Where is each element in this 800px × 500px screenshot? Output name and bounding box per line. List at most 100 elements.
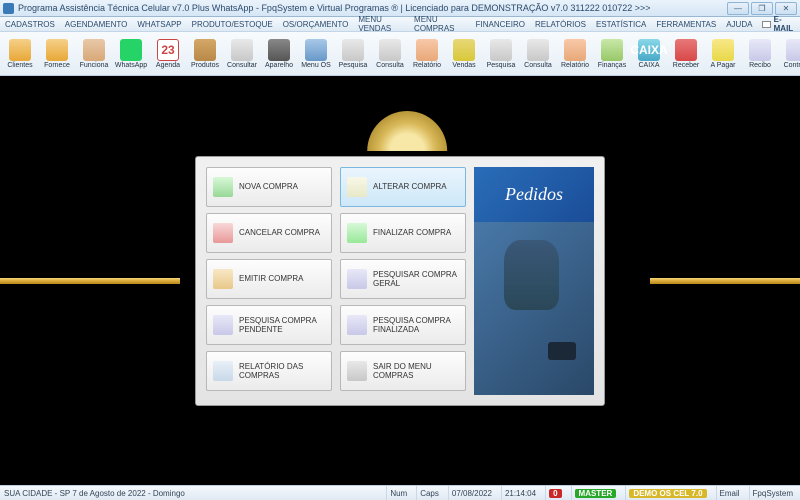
dialog-side-panel: Pedidos [474,167,594,395]
menu-os/orçamento[interactable]: OS/ORÇAMENTO [283,20,349,29]
di-new-icon [213,177,233,197]
toolbar-label: Consulta [524,62,552,69]
toolbar-label: Vendas [452,62,475,69]
dialog-btn-label: SAIR DO MENU COMPRAS [373,362,459,380]
dialog-btn-relatório-das-compras[interactable]: RELATÓRIO DAS COMPRAS [206,351,332,391]
dialog-btn-label: NOVA COMPRA [239,182,298,191]
toolbar-produtos[interactable]: Produtos [187,33,223,75]
dialog-btn-alterar-compra[interactable]: ALTERAR COMPRA [340,167,466,207]
dialog-btn-sair-do-menu-compras[interactable]: SAIR DO MENU COMPRAS [340,351,466,391]
ic-fin-icon [601,39,623,61]
toolbar-caixa[interactable]: CAIXACAIXA [631,33,667,75]
toolbar-aparelho[interactable]: Aparelho [261,33,297,75]
toolbar-agenda[interactable]: 23Agenda [150,33,186,75]
compras-dialog: NOVA COMPRA CANCELAR COMPRA EMITIR COMPRA P… [195,156,605,406]
toolbar-fornece[interactable]: Fornece [39,33,75,75]
toolbar-consulta[interactable]: Consulta [372,33,408,75]
window-title: Programa Assistência Técnica Celular v7.… [18,3,727,13]
dialog-btn-finalizar-compra[interactable]: FINALIZAR COMPRA [340,213,466,253]
toolbar-relatório[interactable]: Relatório [557,33,593,75]
toolbar-recibo[interactable]: Recibo [742,33,778,75]
maximize-button[interactable]: ❐ [751,2,773,15]
close-button[interactable]: ✕ [775,2,797,15]
status-zero-badge: 0 [549,489,561,498]
dialog-btn-pesquisa-compra-finalizada[interactable]: PESQUISA COMPRA FINALIZADA [340,305,466,345]
ic-mag-icon [527,39,549,61]
dialog-btn-label: EMITIR COMPRA [239,274,303,283]
toolbar-menu os[interactable]: Menu OS [298,33,334,75]
toolbar-pesquisa[interactable]: Pesquisa [483,33,519,75]
di-edit-icon [347,177,367,197]
toolbar-relatório[interactable]: Relatório [409,33,445,75]
toolbar-funciona[interactable]: Funciona [76,33,112,75]
toolbar-a pagar[interactable]: A Pagar [705,33,741,75]
status-num: Num [386,486,410,500]
side-panel-image [474,222,594,395]
toolbar-vendas[interactable]: Vendas [446,33,482,75]
side-panel-title: Pedidos [474,167,594,222]
toolbar-label: CAIXA [638,62,659,69]
dialog-btn-emitir-compra[interactable]: EMITIR COMPRA [206,259,332,299]
menu-financeiro[interactable]: FINANCEIRO [476,20,525,29]
menu-agendamento[interactable]: AGENDAMENTO [65,20,128,29]
menu-relatórios[interactable]: RELATÓRIOS [535,20,586,29]
toolbar-clientes[interactable]: Clientes [2,33,38,75]
ic-report-icon [564,39,586,61]
ic-person-icon [83,39,105,61]
toolbar-label: Receber [673,62,699,69]
decor-bar-left [0,278,180,284]
toolbar-whatsapp[interactable]: WhatsApp [113,33,149,75]
status-bar: SUA CIDADE - SP 7 de Agosto de 2022 - Do… [0,485,800,500]
di-search-icon [213,315,233,335]
dialog-btn-label: PESQUISA COMPRA PENDENTE [239,316,325,334]
ic-pay-icon [712,39,734,61]
status-email[interactable]: Email [716,486,743,500]
dialog-btn-pesquisar-compra-geral[interactable]: PESQUISAR COMPRA GERAL [340,259,466,299]
di-cancel-icon [213,223,233,243]
email-icon [762,21,770,28]
di-final-icon [347,223,367,243]
menu-menu compras[interactable]: MENU COMPRAS [414,15,466,33]
minimize-button[interactable]: — [727,2,749,15]
toolbar-label: A Pagar [711,62,736,69]
menu-bar: CADASTROS AGENDAMENTO WHATSAPP PRODUTO/ESTO… [0,17,800,32]
ic-cal-icon: 23 [157,39,179,61]
dialog-btn-label: PESQUISAR COMPRA GERAL [373,270,459,288]
ic-menu-icon [305,39,327,61]
toolbar-label: Aparelho [265,62,293,69]
toolbar-label: WhatsApp [115,62,147,69]
toolbar-label: Consulta [376,62,404,69]
ic-cart-icon [453,39,475,61]
ic-caixa-icon: CAIXA [638,39,660,61]
toolbar-consulta[interactable]: Consulta [520,33,556,75]
toolbar-finanças[interactable]: Finanças [594,33,630,75]
menu-whatsapp[interactable]: WHATSAPP [137,20,181,29]
menu-produto/estoque[interactable]: PRODUTO/ESTOQUE [192,20,273,29]
decor-bar-right [650,278,800,284]
di-search-icon [347,315,367,335]
toolbar-pesquisa[interactable]: Pesquisa [335,33,371,75]
toolbar-consultar[interactable]: Consultar [224,33,260,75]
dialog-btn-nova-compra[interactable]: NOVA COMPRA [206,167,332,207]
menu-email[interactable]: E-MAIL [762,15,795,33]
menu-ferramentas[interactable]: FERRAMENTAS [656,20,716,29]
di-search-icon [347,269,367,289]
status-demo-badge: DEMO OS CEL 7.0 [629,489,706,498]
workspace: NOVA COMPRA CANCELAR COMPRA EMITIR COMPRA P… [0,76,800,485]
ic-phone-icon [268,39,290,61]
menu-ajuda[interactable]: AJUDA [726,20,752,29]
menu-cadastros[interactable]: CADASTROS [5,20,55,29]
toolbar-label: Funciona [80,62,109,69]
toolbar-label: Relatório [561,62,589,69]
di-emit-icon [213,269,233,289]
ic-box-icon [194,39,216,61]
menu-estatística[interactable]: ESTATÍSTICA [596,20,646,29]
toolbar-contrato[interactable]: Contrato [779,33,800,75]
menu-menu vendas[interactable]: MENU VENDAS [358,15,404,33]
dialog-btn-cancelar-compra[interactable]: CANCELAR COMPRA [206,213,332,253]
dialog-btn-pesquisa-compra-pendente[interactable]: PESQUISA COMPRA PENDENTE [206,305,332,345]
ic-rec-icon [675,39,697,61]
toolbar-label: Agenda [156,62,180,69]
dialog-btn-label: FINALIZAR COMPRA [373,228,451,237]
toolbar-receber[interactable]: Receber [668,33,704,75]
